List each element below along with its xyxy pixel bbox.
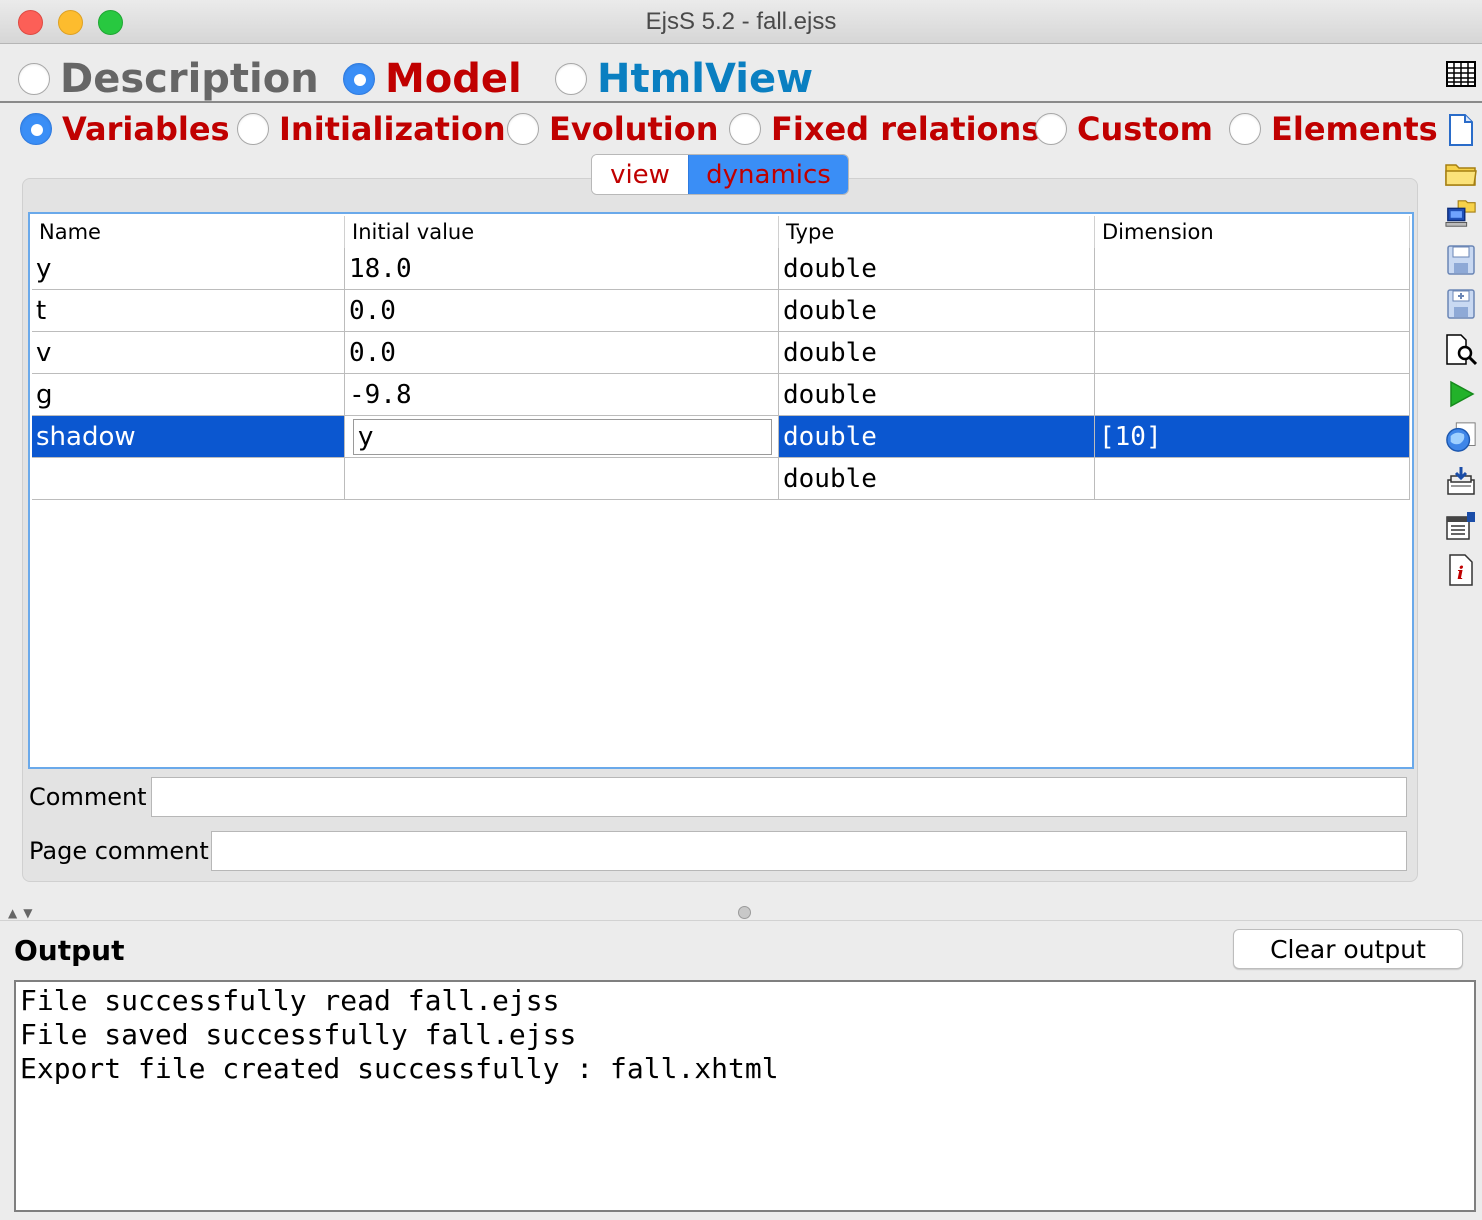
cell-dimension[interactable] [1095, 374, 1410, 416]
page-comment-field[interactable] [211, 831, 1407, 871]
cell-dimension[interactable] [1095, 332, 1410, 374]
tabs-separator [0, 101, 1482, 103]
svg-text:i: i [1457, 563, 1464, 584]
tab-model[interactable]: Model [343, 56, 522, 102]
output-line: File saved successfully fall.ejss [20, 1018, 577, 1051]
table-row[interactable]: v 0.0 double [32, 332, 1410, 374]
tab-description-label: Description [60, 56, 319, 102]
tab-variables-label: Variables [62, 110, 230, 148]
cell-type[interactable]: double [779, 248, 1095, 290]
cell-initial-value[interactable]: 0.0 [345, 290, 779, 332]
run-icon[interactable] [1445, 378, 1477, 410]
column-header-dimension[interactable]: Dimension [1095, 216, 1410, 248]
column-header-type[interactable]: Type [779, 216, 1095, 248]
tab-initialization[interactable]: Initialization [237, 110, 506, 148]
tab-fixed-relations[interactable]: Fixed relations [729, 110, 1040, 148]
radio-evolution[interactable] [507, 113, 539, 145]
page-comment-label: Page comment [29, 837, 209, 865]
comment-field[interactable] [151, 777, 1407, 817]
cell-name[interactable]: shadow [32, 416, 345, 458]
options-icon[interactable] [1445, 510, 1477, 542]
tab-htmlview[interactable]: HtmlView [555, 56, 813, 102]
radio-variables[interactable] [20, 113, 52, 145]
radio-initialization[interactable] [237, 113, 269, 145]
tab-htmlview-label: HtmlView [597, 56, 814, 102]
radio-htmlview[interactable] [555, 63, 587, 95]
table-row[interactable]: t 0.0 double [32, 290, 1410, 332]
cell-type[interactable]: double [779, 290, 1095, 332]
column-header-name[interactable]: Name [32, 216, 345, 248]
search-icon[interactable] [1445, 334, 1477, 366]
cell-initial-value[interactable]: -9.8 [345, 374, 779, 416]
splitter-handle[interactable] [738, 906, 751, 919]
radio-description[interactable] [18, 63, 50, 95]
open-folder-icon[interactable] [1445, 158, 1477, 190]
cell-dimension[interactable] [1095, 458, 1410, 500]
table-row-selected[interactable]: shadow y double [10] [32, 416, 1410, 458]
output-line: File successfully read fall.ejss [20, 984, 560, 1017]
tab-elements[interactable]: Elements [1229, 110, 1438, 148]
page-tab-view[interactable]: view [592, 155, 688, 194]
title-bar: EjsS 5.2 - fall.ejss [0, 0, 1482, 44]
cell-type[interactable]: double [779, 416, 1095, 458]
cell-name[interactable]: y [32, 248, 345, 290]
table-row[interactable]: double [32, 458, 1410, 500]
output-title: Output [14, 934, 125, 967]
cell-initial-value[interactable] [345, 458, 779, 500]
cell-type[interactable]: double [779, 374, 1095, 416]
column-header-initial-value[interactable]: Initial value [345, 216, 779, 248]
tab-custom-label: Custom [1077, 110, 1213, 148]
cell-name[interactable]: t [32, 290, 345, 332]
cell-dimension[interactable] [1095, 290, 1410, 332]
radio-fixed-relations[interactable] [729, 113, 761, 145]
page-tab-dynamics[interactable]: dynamics [688, 155, 848, 194]
cell-dimension[interactable]: [10] [1095, 416, 1410, 458]
list-icon[interactable] [1445, 58, 1477, 90]
new-file-icon[interactable] [1445, 114, 1477, 146]
cell-type[interactable]: double [779, 332, 1095, 374]
info-icon[interactable]: i [1445, 554, 1477, 586]
cell-type[interactable]: double [779, 458, 1095, 500]
table-row[interactable]: y 18.0 double [32, 248, 1410, 290]
radio-elements[interactable] [1229, 113, 1261, 145]
splitter-arrows[interactable]: ▲▼ [8, 906, 38, 920]
cell-dimension[interactable] [1095, 248, 1410, 290]
radio-model[interactable] [343, 63, 375, 95]
tab-evolution-label: Evolution [549, 110, 719, 148]
tab-evolution[interactable]: Evolution [507, 110, 718, 148]
tab-model-label: Model [385, 56, 522, 102]
tab-elements-label: Elements [1271, 110, 1438, 148]
table-body: y 18.0 double t 0.0 double v 0.0 double … [32, 248, 1410, 500]
clear-output-button[interactable]: Clear output [1233, 929, 1463, 969]
cell-name[interactable]: v [32, 332, 345, 374]
splitter-line [0, 920, 1482, 921]
tab-fixed-relations-label: Fixed relations [771, 110, 1041, 148]
output-line: Export file created successfully : fall.… [20, 1052, 779, 1085]
web-icon[interactable] [1445, 421, 1477, 453]
radio-custom[interactable] [1035, 113, 1067, 145]
cell-initial-value[interactable]: y [345, 416, 779, 458]
table-row[interactable]: g -9.8 double [32, 374, 1410, 416]
tab-description[interactable]: Description [18, 56, 319, 102]
ejss-window: EjsS 5.2 - fall.ejss Description Model H… [0, 0, 1482, 1220]
tab-variables[interactable]: Variables [20, 110, 230, 148]
cell-name[interactable]: g [32, 374, 345, 416]
cell-name[interactable] [32, 458, 345, 500]
variables-table: Name Initial value Type Dimension y 18.0… [28, 212, 1414, 769]
tab-custom[interactable]: Custom [1035, 110, 1213, 148]
comment-label: Comment [29, 783, 147, 811]
window-title: EjsS 5.2 - fall.ejss [645, 8, 837, 35]
tab-initialization-label: Initialization [279, 110, 506, 148]
cell-initial-value[interactable]: 0.0 [345, 332, 779, 374]
cell-editor-input[interactable]: y [353, 418, 772, 455]
cell-initial-value[interactable]: 18.0 [345, 248, 779, 290]
output-console[interactable]: File successfully read fall.ejss File sa… [14, 980, 1476, 1212]
table-header: Name Initial value Type Dimension [32, 216, 1410, 248]
package-icon[interactable] [1445, 466, 1477, 498]
page-tabs: view dynamics [591, 154, 849, 195]
save-as-icon[interactable] [1445, 288, 1477, 320]
open-remote-icon[interactable] [1445, 198, 1477, 230]
save-icon[interactable] [1445, 244, 1477, 276]
